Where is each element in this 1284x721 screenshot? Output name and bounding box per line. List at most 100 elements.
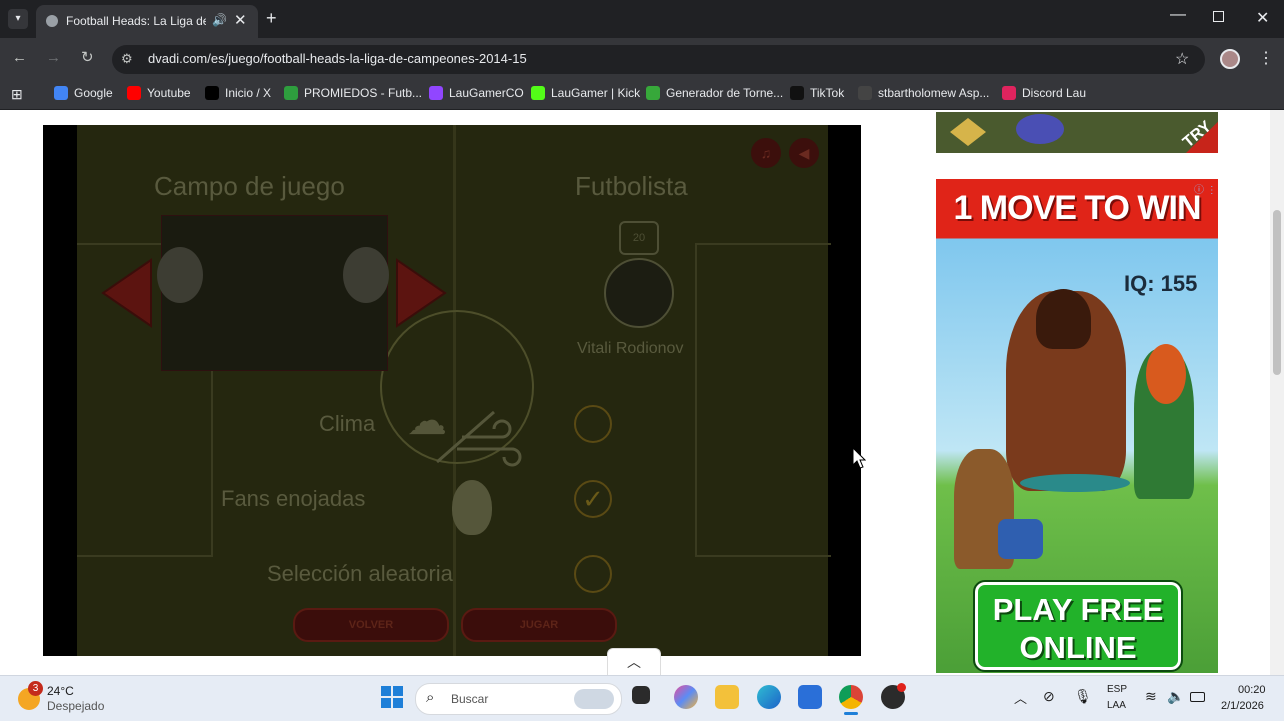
tab-strip: ▾ Football Heads: La Liga de Campeones 🔊… xyxy=(0,0,1284,38)
bookmarks-bar xyxy=(0,80,1284,110)
task-view-icon[interactable] xyxy=(632,686,650,704)
bookmark-label: Discord Lau xyxy=(1022,86,1087,100)
ad-info-icon[interactable]: ⓘ ⋮ xyxy=(1194,181,1217,196)
ad-horse-head xyxy=(1036,289,1091,349)
game-field: Campo de juego Futbolista 20 Vitali Rodi… xyxy=(77,125,831,656)
volume-icon[interactable]: 🔈 xyxy=(1167,688,1184,705)
clock-date[interactable]: 2/1/2026 xyxy=(1221,700,1264,712)
search-icon: ⌕ xyxy=(426,689,435,706)
menu-icon[interactable]: ⋮ xyxy=(1258,48,1274,68)
random-label: Selección aleatoria xyxy=(267,561,453,586)
player-title: Futbolista xyxy=(575,171,688,201)
weather-label: Clima xyxy=(319,411,376,436)
bookmark-label: Youtube xyxy=(147,86,191,100)
chrome-active-indicator xyxy=(844,712,858,715)
microphone-icon[interactable]: 🎙 xyxy=(1074,688,1092,705)
bookmark-label: TikTok xyxy=(810,86,845,100)
keyboard-layout[interactable]: LAA xyxy=(1107,700,1126,711)
play-button[interactable]: JUGAR xyxy=(461,608,617,642)
bookmark-label: LauGamerCO xyxy=(449,86,524,100)
copilot-icon[interactable] xyxy=(674,685,698,709)
angry-fan-icon xyxy=(452,480,492,535)
bookmark-item[interactable]: stbartholomew Asp... xyxy=(858,86,989,100)
url-text[interactable]: dvadi.com/es/juego/football-heads-la-lig… xyxy=(148,51,527,66)
show-hidden-icons[interactable]: ︿ xyxy=(1014,688,1027,707)
clock-time[interactable]: 00:20 xyxy=(1238,684,1266,696)
bookmark-item[interactable]: Generador de Torne... xyxy=(646,86,783,100)
page-scrollbar[interactable] xyxy=(1270,110,1284,675)
chrome-taskbar-icon[interactable] xyxy=(839,685,863,709)
bookmark-item[interactable]: LauGamer | Kick xyxy=(531,86,640,100)
bookmark-item[interactable]: LauGamerCO xyxy=(429,86,524,100)
weather-checkbox[interactable] xyxy=(574,405,612,443)
sound-icon[interactable]: ◀ xyxy=(789,138,819,168)
bookmark-item[interactable]: TikTok xyxy=(790,86,844,100)
top-ad-banner[interactable]: TRY xyxy=(936,112,1218,153)
weather-text[interactable]: Despejado xyxy=(47,699,104,713)
apps-grid-icon[interactable]: ⊞ xyxy=(11,86,23,103)
back-button[interactable]: VOLVER xyxy=(293,608,449,642)
scroll-up-button[interactable]: ︿ xyxy=(607,648,661,676)
prev-field-arrow[interactable] xyxy=(101,258,153,328)
right-penalty-box xyxy=(695,243,831,557)
back-icon[interactable]: ← xyxy=(12,49,27,66)
battery-icon[interactable] xyxy=(1190,692,1205,702)
bookmark-item[interactable]: Youtube xyxy=(127,86,191,100)
bookmark-item[interactable]: Google xyxy=(54,86,113,100)
ad-headline: 1 MOVE TO WIN xyxy=(953,189,1201,227)
site-info-icon[interactable]: ⚙ xyxy=(121,51,133,67)
close-window-icon[interactable]: ✕ xyxy=(1256,8,1269,28)
windows-start-icon[interactable] xyxy=(381,686,403,708)
next-field-arrow[interactable] xyxy=(395,258,447,328)
edge-icon[interactable] xyxy=(757,685,781,709)
tab-close-icon[interactable]: ✕ xyxy=(234,11,247,29)
bookmark-favicon-icon xyxy=(646,86,660,100)
bookmark-label: LauGamer | Kick xyxy=(551,86,641,100)
player-avatar[interactable] xyxy=(604,258,674,328)
bookmark-label: Inicio / X xyxy=(225,86,272,100)
taskbar-search[interactable]: ⌕ Buscar xyxy=(415,683,622,715)
bookmark-label: Generador de Torne... xyxy=(666,86,784,100)
bookmark-favicon-icon xyxy=(284,86,298,100)
bookmark-star-icon[interactable]: ☆ xyxy=(1175,49,1189,69)
bookmark-label: Google xyxy=(74,86,113,100)
wind-icon xyxy=(436,410,522,467)
bookmark-label: PROMIEDOS - Futb... xyxy=(304,86,423,100)
ad-play-line1: PLAY FREE xyxy=(992,592,1164,627)
bookmark-item[interactable]: Inicio / X xyxy=(205,86,271,100)
temperature[interactable]: 24°C xyxy=(47,684,74,698)
minimize-icon[interactable]: — xyxy=(1170,6,1186,24)
side-ad[interactable]: 1 MOVE TO WIN ⓘ ⋮ IQ: 155 PLAY FREE ONLI… xyxy=(936,179,1218,673)
ad-creature-icon xyxy=(1016,114,1064,144)
ad-play-line2: ONLINE xyxy=(1019,630,1137,665)
active-tab[interactable]: Football Heads: La Liga de Campeones 🔊 ✕ xyxy=(36,5,258,38)
field-title: Campo de juego xyxy=(154,171,345,201)
bookmark-label: stbartholomew Asp... xyxy=(878,86,990,100)
file-explorer-icon[interactable] xyxy=(715,685,739,709)
search-highlight-icon xyxy=(574,689,614,709)
ad-play-button[interactable]: PLAY FREE ONLINE xyxy=(973,580,1183,672)
profile-avatar[interactable] xyxy=(1220,49,1240,69)
bookmark-favicon-icon xyxy=(127,86,141,100)
bookmark-favicon-icon xyxy=(1002,86,1016,100)
tab-search-button[interactable]: ▾ xyxy=(8,9,28,29)
fans-checkbox[interactable]: ✓ xyxy=(574,480,612,518)
music-off-icon[interactable]: ♫ xyxy=(751,138,781,168)
tab-title: Football Heads: La Liga de Campeones xyxy=(66,14,206,28)
no-sync-icon[interactable]: ⊘ xyxy=(1043,688,1055,705)
forward-icon[interactable]: → xyxy=(46,49,61,66)
wifi-icon[interactable]: ≋ xyxy=(1145,688,1157,705)
reload-icon[interactable]: ↻ xyxy=(81,48,94,66)
scrollbar-thumb[interactable] xyxy=(1273,210,1281,375)
mouse-cursor-icon xyxy=(852,447,866,469)
tab-audio-icon[interactable]: 🔊 xyxy=(212,13,227,27)
new-tab-icon[interactable]: + xyxy=(266,8,277,29)
store-icon[interactable] xyxy=(798,685,822,709)
obs-recording-dot xyxy=(897,683,906,692)
restore-icon[interactable] xyxy=(1213,11,1224,22)
language-indicator[interactable]: ESP xyxy=(1107,684,1127,695)
ad-girl-hair xyxy=(1146,344,1186,404)
bookmark-item[interactable]: Discord Lau xyxy=(1002,86,1086,100)
random-checkbox[interactable] xyxy=(574,555,612,593)
bookmark-item[interactable]: PROMIEDOS - Futb... xyxy=(284,86,422,100)
